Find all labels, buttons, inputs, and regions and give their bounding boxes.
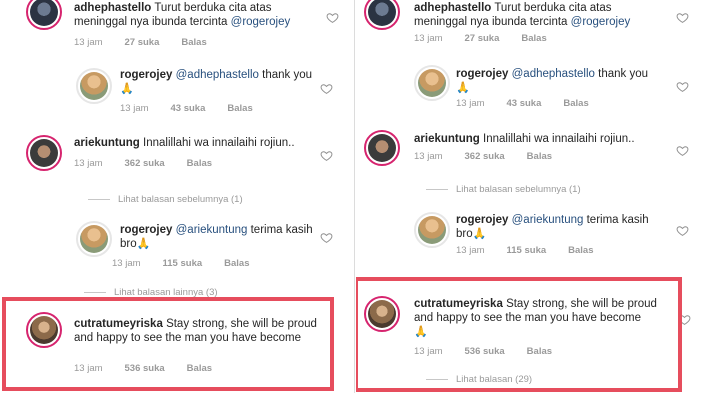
reply-button[interactable]: Balas [181, 37, 206, 48]
likes-count[interactable]: 362 suka [125, 158, 165, 169]
comment-text: terima kasih [250, 224, 313, 236]
right-screenshot-panel: adhephastello Turut berduka cita atas me… [356, 0, 720, 393]
comment-text: terima kasih [586, 214, 649, 226]
timestamp: 13 jam [456, 98, 485, 109]
reply-button[interactable]: Balas [521, 33, 546, 44]
timestamp: 13 jam [112, 258, 141, 269]
avatar[interactable] [26, 0, 62, 30]
username[interactable]: rogerojey [456, 68, 508, 80]
timestamp: 13 jam [74, 37, 103, 48]
timestamp: 13 jam [456, 245, 485, 256]
avatar[interactable] [414, 212, 450, 248]
reply-button[interactable]: Balas [187, 158, 212, 169]
reply-button[interactable]: Balas [563, 98, 588, 109]
reply-button[interactable]: Balas [527, 151, 552, 162]
avatar[interactable] [76, 68, 112, 104]
username[interactable]: adhephastello [74, 2, 151, 14]
avatar[interactable] [76, 221, 112, 257]
likes-count[interactable]: 43 suka [171, 103, 206, 114]
likes-count[interactable]: 115 suka [507, 245, 547, 256]
avatar[interactable] [414, 65, 450, 101]
praying-hands-icon: 🙏 [120, 83, 134, 95]
comment-text: bro [120, 238, 137, 250]
heart-icon[interactable] [676, 144, 689, 157]
timestamp: 13 jam [74, 158, 103, 169]
username[interactable]: rogerojey [120, 224, 172, 236]
left-screenshot-panel: adhephastello Turut berduka cita atas me… [0, 0, 355, 393]
likes-count[interactable]: 27 suka [125, 37, 160, 48]
reply-button[interactable]: Balas [568, 245, 593, 256]
username[interactable]: rogerojey [120, 69, 172, 81]
likes-count[interactable]: 27 suka [465, 33, 500, 44]
comment-text: Innalillahi wa innailaihi rojiun.. [483, 133, 635, 145]
comment-text: thank you [598, 68, 648, 80]
heart-icon[interactable] [676, 224, 689, 237]
mention-link[interactable]: @rogerojey [571, 16, 631, 28]
likes-count[interactable]: 115 suka [163, 258, 203, 269]
avatar[interactable] [26, 135, 62, 171]
view-previous-replies[interactable]: Lihat balasan sebelumnya (1) [88, 194, 243, 205]
mention-link[interactable]: @ariekuntung [176, 224, 248, 236]
comment-text: bro [456, 228, 473, 240]
likes-count[interactable]: 43 suka [507, 98, 542, 109]
heart-icon[interactable] [676, 80, 689, 93]
avatar[interactable] [364, 130, 400, 166]
highlight-box [2, 297, 334, 391]
mention-link[interactable]: @adhephastello [512, 68, 595, 80]
praying-hands-icon: 🙏 [456, 82, 470, 94]
comment-text: thank you [262, 69, 312, 81]
highlight-box [356, 277, 682, 392]
heart-icon[interactable] [320, 149, 333, 162]
comment-text: meninggal nya ibunda tercinta [74, 16, 228, 28]
view-previous-replies[interactable]: Lihat balasan sebelumnya (1) [426, 184, 581, 195]
heart-icon[interactable] [320, 231, 333, 244]
timestamp: 13 jam [120, 103, 149, 114]
heart-icon[interactable] [676, 11, 689, 24]
comment-text: Innalillahi wa innailaihi rojiun.. [143, 137, 295, 149]
likes-count[interactable]: 362 suka [465, 151, 505, 162]
reply-button[interactable]: Balas [227, 103, 252, 114]
mention-link[interactable]: @ariekuntung [512, 214, 584, 226]
comment-text: meninggal nya ibunda tercinta [414, 16, 568, 28]
username[interactable]: ariekuntung [74, 137, 140, 149]
praying-hands-icon: 🙏 [136, 238, 151, 250]
username[interactable]: adhephastello [414, 2, 491, 14]
avatar[interactable] [364, 0, 400, 30]
reply-button[interactable]: Balas [224, 258, 249, 269]
comment-text: Turut berduka cita atas [494, 2, 612, 14]
heart-icon[interactable] [326, 11, 339, 24]
heart-icon[interactable] [320, 82, 333, 95]
timestamp: 13 jam [414, 33, 443, 44]
praying-hands-icon: 🙏 [472, 228, 487, 240]
mention-link[interactable]: @rogerojey [231, 16, 291, 28]
username[interactable]: ariekuntung [414, 133, 480, 145]
mention-link[interactable]: @adhephastello [176, 69, 259, 81]
comment-text: Turut berduka cita atas [154, 2, 272, 14]
timestamp: 13 jam [414, 151, 443, 162]
username[interactable]: rogerojey [456, 214, 508, 226]
